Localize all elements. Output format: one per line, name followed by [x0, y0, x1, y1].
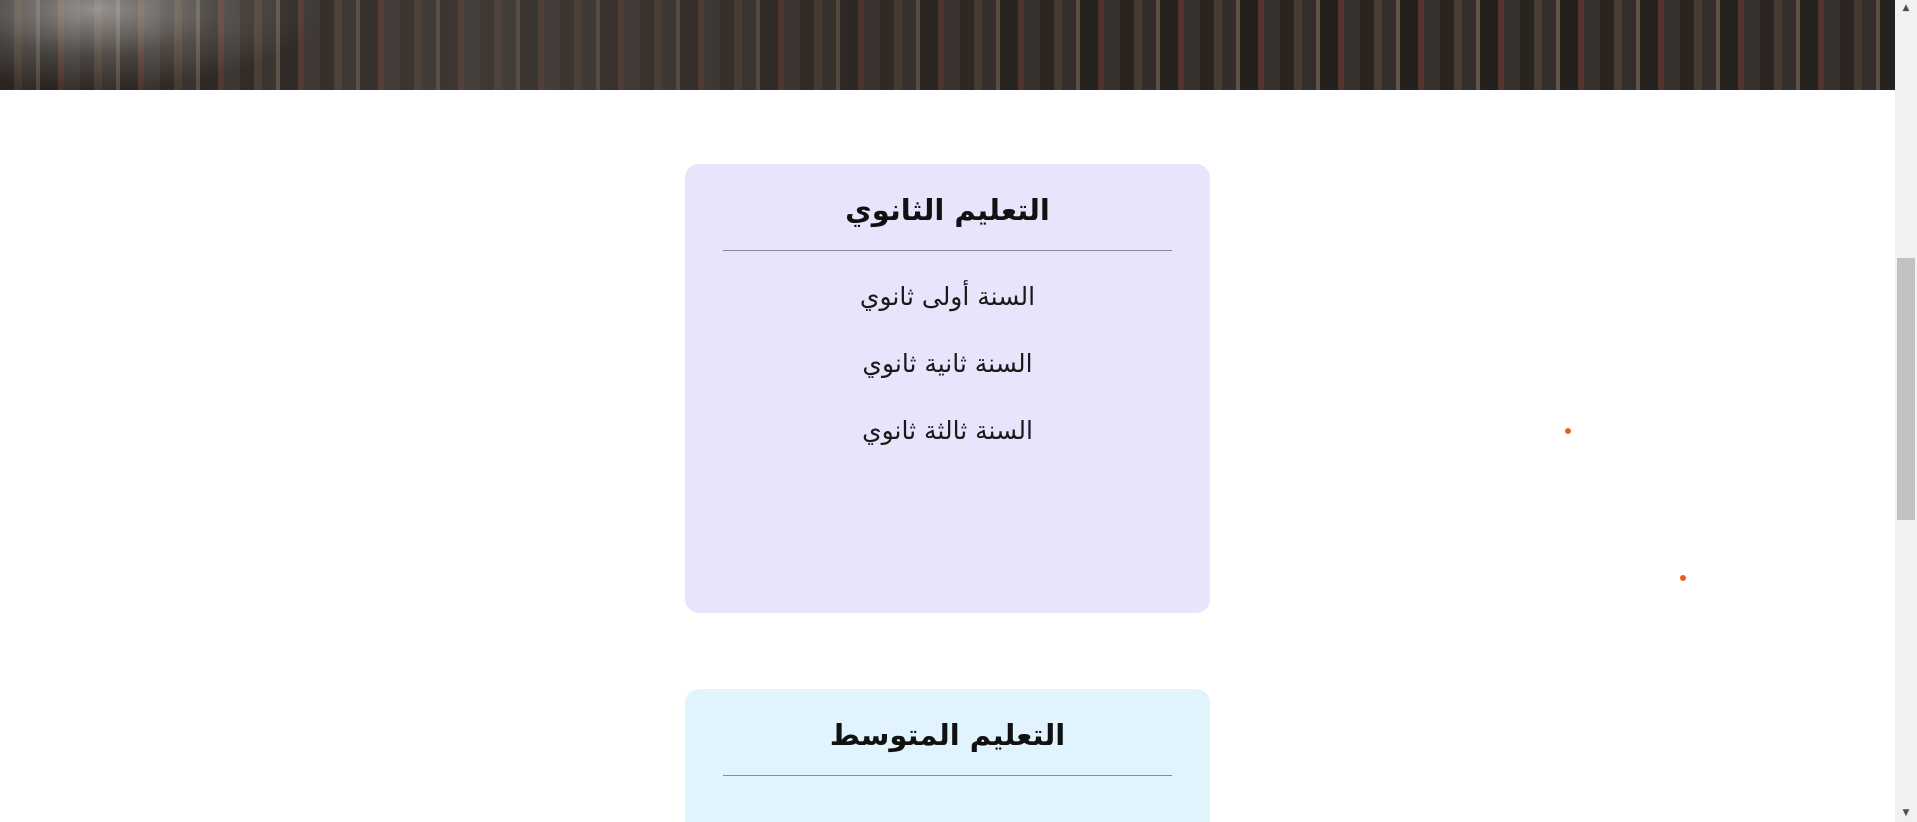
- scroll-down-arrow-icon[interactable]: ▼: [1895, 805, 1917, 822]
- page: التعليم الثانوي السنة أولى ثانوي السنة ث…: [0, 0, 1917, 822]
- scrollbar-thumb[interactable]: [1897, 258, 1915, 520]
- secondary-education-title: التعليم الثانوي: [845, 193, 1050, 227]
- card-divider: [723, 775, 1172, 776]
- year-link-first-secondary[interactable]: السنة أولى ثانوي: [723, 277, 1172, 344]
- decorative-dot: [1680, 575, 1686, 581]
- year-link-second-secondary[interactable]: السنة ثانية ثانوي: [723, 344, 1172, 411]
- scroll-up-arrow-icon[interactable]: ▲: [1895, 0, 1917, 17]
- hero-banner-image: [0, 0, 1895, 90]
- secondary-education-card: التعليم الثانوي السنة أولى ثانوي السنة ث…: [685, 164, 1210, 613]
- middle-education-card: التعليم المتوسط: [685, 689, 1210, 822]
- decorative-dot: [1565, 428, 1571, 434]
- vertical-scrollbar[interactable]: ▲ ▼: [1895, 0, 1917, 822]
- secondary-years-list: السنة أولى ثانوي السنة ثانية ثانوي السنة…: [723, 251, 1172, 478]
- year-link-third-secondary[interactable]: السنة ثالثة ثانوي: [723, 411, 1172, 478]
- middle-education-title: التعليم المتوسط: [829, 718, 1066, 752]
